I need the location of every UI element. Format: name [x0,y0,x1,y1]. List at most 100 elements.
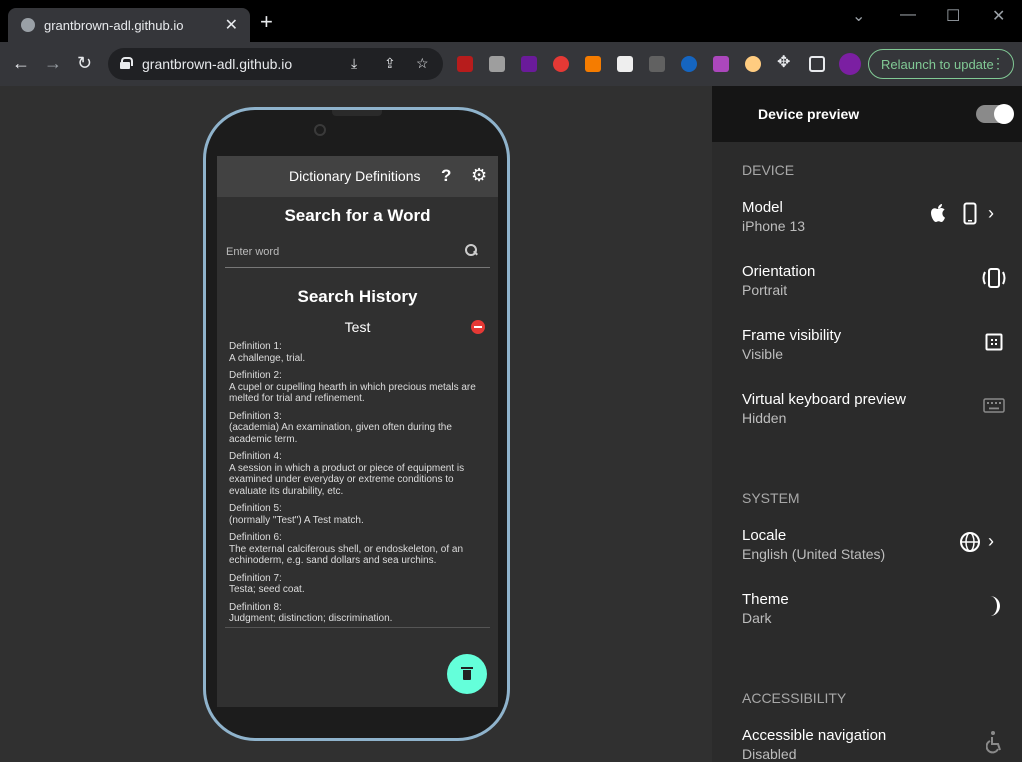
trash-icon [461,667,473,680]
search-heading: Search for a Word [284,206,431,225]
theme-value: Dark [742,610,772,626]
definition-text: A session in which a product or piece of… [229,462,465,497]
list-item: Definition 3: (academia) An examination, … [229,411,489,446]
device-preview-panel: Device preview DEVICE Model iPhone 13 › … [712,86,1022,762]
close-tab-icon[interactable]: ✕ [225,15,238,35]
definition-text: (academia) An examination, given often d… [229,422,452,445]
relaunch-button[interactable]: Relaunch to update ⋮ [868,49,1014,79]
divider [225,627,490,628]
definition-text: The external calciferous shell, or endos… [229,543,464,567]
metamask-extension-icon[interactable] [585,56,601,72]
lock-icon[interactable] [120,57,133,69]
apple-icon [931,204,945,222]
phone-icon [963,202,977,225]
phone-frame: Dictionary Definitions ? ⚙ Search for a … [203,107,510,741]
definition-text: A cupel or cupelling hearth in which pre… [229,381,476,405]
device-preview-toggle[interactable] [976,104,1014,124]
definition-text: (normally "Test") A Test match. [229,514,364,526]
tab-strip: grantbrown-adl.github.io ✕ + ⌄ — ☐ ✕ [0,0,1022,42]
definition-label: Definition 1: [229,341,282,352]
list-item: Definition 4: A session in which a produc… [229,451,489,497]
moon-icon [990,596,1000,616]
model-title: Model [742,199,783,216]
extension-icon[interactable] [489,56,505,72]
browser-toolbar: ← → ↻ grantbrown-adl.github.io ⤓ ⇪ ☆ ✥ R… [0,42,1022,86]
definition-text: A challenge, trial. [229,352,306,364]
definition-label: Definition 3: [229,410,282,422]
orientation-title: Orientation [742,263,816,280]
app-bar: Dictionary Definitions ? ⚙ [217,156,498,197]
avatar[interactable] [839,53,861,75]
extension-icon[interactable] [649,56,665,72]
definition-label: Definition 6: [229,532,282,543]
extension-icon[interactable] [745,56,761,72]
url-text[interactable]: grantbrown-adl.github.io [142,56,292,72]
extensions-icon[interactable]: ✥ [777,53,790,73]
back-icon[interactable]: ← [12,53,30,73]
tab-search-icon[interactable]: ⌄ [852,6,865,26]
section-device: DEVICE [742,162,795,178]
locale-value: English (United States) [742,546,886,562]
definitions-list: Definition 1: A challenge, trial. Definit… [229,341,489,631]
install-icon[interactable]: ⤓ [351,55,357,72]
camera-icon [314,124,326,136]
globe-icon [960,532,980,552]
section-accessibility: ACCESSIBILITY [742,690,847,706]
ublock-extension-icon[interactable] [457,56,473,72]
menu-icon[interactable]: ⋮ [991,55,1005,72]
extension-icon[interactable] [553,56,569,72]
accessibility-icon [986,731,1001,754]
extension-icon[interactable] [521,56,537,72]
clear-history-button[interactable] [447,654,487,694]
forward-icon[interactable]: → [44,53,62,73]
definition-label: Definition 2: [229,370,282,381]
app-title: Dictionary Definitions [289,168,421,184]
side-panel-icon[interactable] [809,56,825,72]
definition-label: Definition 4: [229,451,282,462]
browser-tab[interactable]: grantbrown-adl.github.io ✕ [8,8,250,42]
extension-icon[interactable] [617,56,633,72]
list-item: Definition 7: Testa; seed coat. [229,573,489,596]
gear-icon[interactable]: ⚙ [471,165,487,186]
history-entry-word: Test [344,319,371,335]
remove-entry-button[interactable] [471,320,485,334]
phone-screen: Dictionary Definitions ? ⚙ Search for a … [217,156,498,707]
help-icon[interactable]: ? [441,166,451,186]
close-window-button[interactable]: ✕ [992,6,1005,26]
frame-value: Visible [742,346,783,362]
list-item: Definition 2: A cupel or cupelling hearth… [229,370,489,405]
chevron-right-icon: › [988,531,994,551]
chevron-right-icon: › [988,203,994,223]
reload-icon[interactable]: ↻ [77,53,92,73]
definition-text: Judgment; distinction; discrimination. [229,613,393,624]
list-item: Definition 8: Judgment; distinction; disc… [229,602,489,625]
section-system: SYSTEM [742,490,800,506]
device-preview-area: Dictionary Definitions ? ⚙ Search for a … [0,86,712,762]
frame-icon [985,333,1003,351]
page-content: Dictionary Definitions ? ⚙ Search for a … [0,86,1022,762]
definition-label: Definition 7: [229,572,282,584]
keyboard-title: Virtual keyboard preview [742,391,906,408]
maximize-button[interactable]: ☐ [946,6,960,26]
extension-icon[interactable] [713,56,729,72]
theme-title: Theme [742,591,789,608]
tab-title: grantbrown-adl.github.io [44,18,184,33]
list-item: Definition 5: (normally "Test") A Test ma… [229,503,489,526]
list-item: Definition 1: A challenge, trial. [229,341,489,364]
navigation-value: Disabled [742,746,797,762]
address-bar[interactable]: grantbrown-adl.github.io ⤓ ⇪ ☆ [108,48,443,80]
screen-rotation-icon [982,268,1006,288]
star-icon[interactable]: ☆ [416,55,429,72]
locale-title: Locale [742,527,787,544]
share-icon[interactable]: ⇪ [384,55,396,72]
new-tab-button[interactable]: + [260,11,273,33]
model-value: iPhone 13 [742,218,806,234]
panel-title: Device preview [758,106,860,122]
search-icon[interactable] [465,244,477,256]
definition-label: Definition 8: [229,601,282,613]
navigation-title: Accessible navigation [742,727,887,744]
definition-label: Definition 5: [229,503,282,514]
word-input[interactable] [225,236,490,268]
extension-icon[interactable] [681,56,697,72]
minimize-button[interactable]: — [900,6,916,24]
